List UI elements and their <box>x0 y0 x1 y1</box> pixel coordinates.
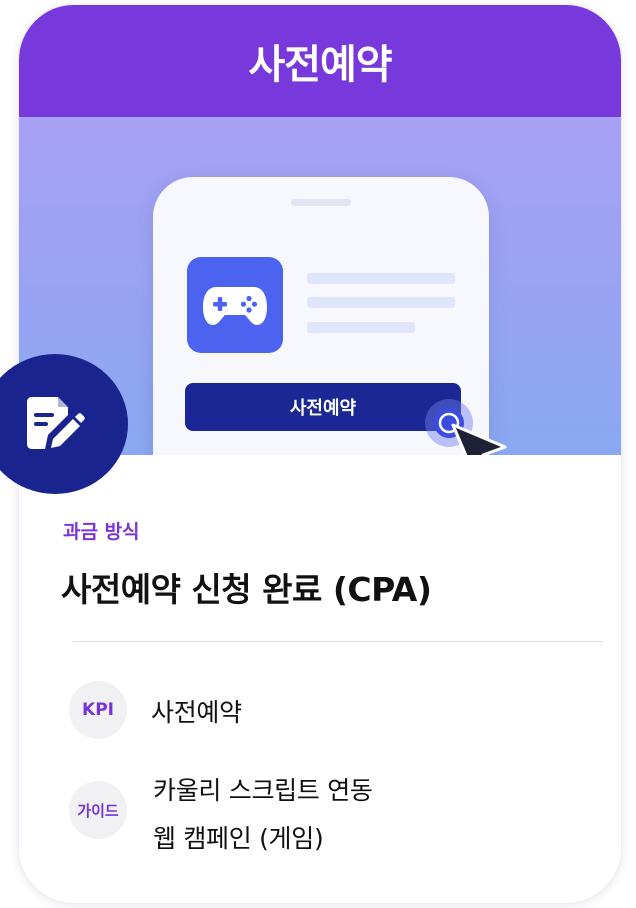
phone-notch <box>291 199 351 206</box>
gamepad-icon <box>187 257 283 353</box>
placeholder-text-line <box>307 297 455 308</box>
kpi-text: 사전예약 <box>151 698 242 727</box>
placeholder-text-line <box>307 322 415 333</box>
guide-tag: 가이드 <box>69 781 127 839</box>
divider <box>73 641 603 642</box>
billing-method-value: 사전예약 신청 완료 (CPA) <box>61 570 432 609</box>
document-edit-icon-shape <box>27 397 85 449</box>
billing-method-label: 과금 방식 <box>63 521 140 543</box>
kpi-tag: KPI <box>69 681 127 739</box>
arrow-cursor-icon <box>423 397 523 455</box>
guide-line: 카울리 스크립트 연동 <box>153 776 373 805</box>
card-title: 사전예약 <box>248 42 392 88</box>
card-header: 사전예약 <box>19 5 621 117</box>
card-body: 과금 방식 사전예약 신청 완료 (CPA) KPI 사전예약 가이드 카울리 … <box>19 455 621 903</box>
guide-line: 웹 캠페인 (게임) <box>153 824 324 853</box>
gamepad-icon-shape <box>203 287 267 325</box>
pre-register-button-label: 사전예약 <box>289 398 357 419</box>
placeholder-text-line <box>307 273 455 284</box>
pre-register-button[interactable]: 사전예약 <box>185 383 461 431</box>
